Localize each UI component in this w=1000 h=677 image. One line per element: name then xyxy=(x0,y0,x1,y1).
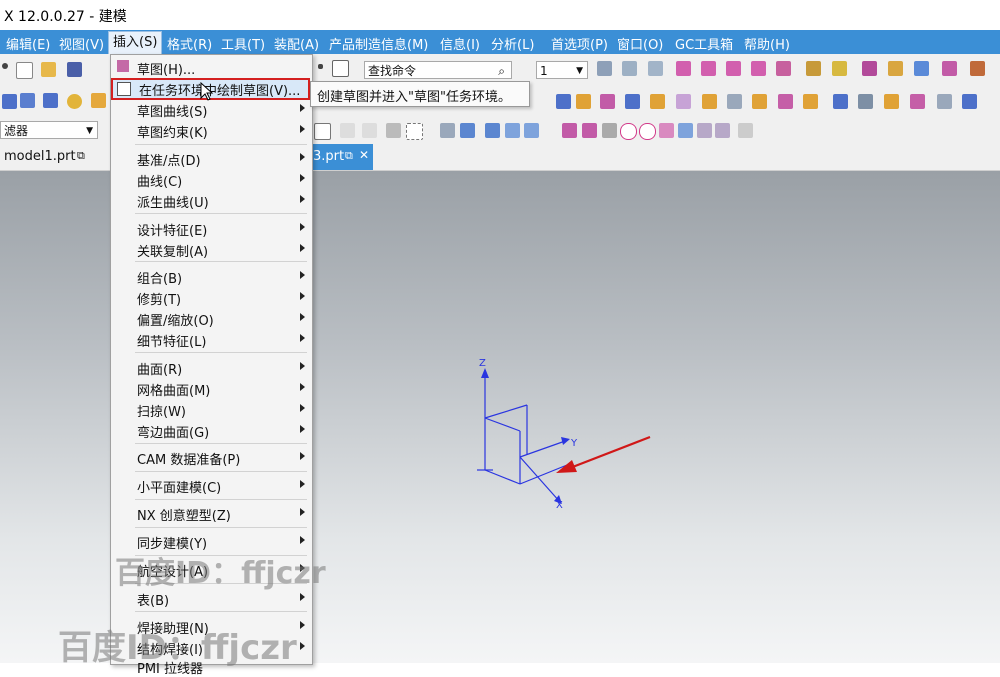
tooltip-text: 创建草图并进入"草图"任务环境。 xyxy=(317,90,511,105)
submenu-arrow-icon xyxy=(300,292,305,300)
menu-item-sketch-constraint[interactable]: 草图约束(K) xyxy=(111,120,310,141)
submenu-arrow-icon xyxy=(300,153,305,161)
triad-box-line xyxy=(484,404,528,419)
triad-box-line xyxy=(519,464,568,485)
tooltip: 创建草图并进入"草图"任务环境。 xyxy=(310,81,530,107)
menu-separator xyxy=(135,527,307,528)
submenu-arrow-icon xyxy=(300,174,305,182)
submenu-arrow-icon xyxy=(300,593,305,601)
menu-item-nx-realize-shape[interactable]: NX 创意塑型(Z) xyxy=(111,503,310,524)
submenu-arrow-icon xyxy=(300,223,305,231)
menu-separator xyxy=(135,261,307,262)
submenu-arrow-icon xyxy=(300,536,305,544)
annotation-arrow-shaft xyxy=(569,435,651,470)
menu-item-mesh-surface[interactable]: 网格曲面(M) xyxy=(111,378,310,399)
menu-item-combine[interactable]: 组合(B) xyxy=(111,266,310,287)
submenu-arrow-icon xyxy=(300,125,305,133)
menu-item-derived-curve[interactable]: 派生曲线(U) xyxy=(111,190,310,211)
submenu-arrow-icon xyxy=(300,404,305,412)
watermark: 百度ID：ffjczr xyxy=(115,556,326,591)
submenu-arrow-icon xyxy=(300,621,305,629)
menu-item-curve[interactable]: 曲线(C) xyxy=(111,169,310,190)
menu-separator xyxy=(135,499,307,500)
x-axis xyxy=(519,456,561,503)
menu-separator xyxy=(135,443,307,444)
menu-separator xyxy=(135,213,307,214)
triad-box-line xyxy=(484,469,521,485)
menu-item-cam-data-prep[interactable]: CAM 数据准备(P) xyxy=(111,447,310,468)
sketch-icon xyxy=(117,60,129,72)
x-axis-label: X xyxy=(556,500,563,511)
submenu-arrow-icon xyxy=(300,195,305,203)
submenu-arrow-icon xyxy=(300,425,305,433)
submenu-arrow-icon xyxy=(300,334,305,342)
menu-item-design-feature[interactable]: 设计特征(E) xyxy=(111,218,310,239)
annotation-arrowhead xyxy=(556,460,577,473)
menu-item-sketch-curve[interactable]: 草图曲线(S) xyxy=(111,99,310,120)
submenu-arrow-icon xyxy=(300,313,305,321)
menu-item-associative-copy[interactable]: 关联复制(A) xyxy=(111,239,310,260)
submenu-arrow-icon xyxy=(300,642,305,650)
menu-separator xyxy=(135,471,307,472)
submenu-arrow-icon xyxy=(300,383,305,391)
menu-separator xyxy=(135,352,307,353)
y-axis-label: Y xyxy=(570,438,578,449)
z-arrowhead xyxy=(481,368,489,378)
sketch-task-icon xyxy=(117,82,131,96)
submenu-arrow-icon xyxy=(300,480,305,488)
submenu-arrow-icon xyxy=(300,271,305,279)
menu-item-sketch[interactable]: 草图(H)... xyxy=(111,57,310,78)
triad-box-line xyxy=(484,417,521,432)
menu-item-offset-scale[interactable]: 偏置/缩放(O) xyxy=(111,308,310,329)
submenu-arrow-icon xyxy=(300,362,305,370)
menu-item-trim[interactable]: 修剪(T) xyxy=(111,287,310,308)
wcs-triad xyxy=(477,370,569,503)
menu-separator xyxy=(135,144,307,145)
menu-item-sweep[interactable]: 扫掠(W) xyxy=(111,399,310,420)
menu-item-detail-feature[interactable]: 细节特征(L) xyxy=(111,329,310,350)
submenu-arrow-icon xyxy=(300,452,305,460)
menu-item-facet-modeling[interactable]: 小平面建模(C) xyxy=(111,475,310,496)
submenu-arrow-icon xyxy=(300,104,305,112)
mouse-cursor-icon xyxy=(200,82,214,101)
menu-item-datum-point[interactable]: 基准/点(D) xyxy=(111,148,310,169)
submenu-arrow-icon xyxy=(300,244,305,252)
watermark: 百度ID：ffjczr xyxy=(58,628,297,668)
y-arrowhead xyxy=(561,437,570,445)
submenu-arrow-icon xyxy=(300,508,305,516)
z-axis-label: Z xyxy=(479,358,486,369)
menu-item-surface[interactable]: 曲面(R) xyxy=(111,357,310,378)
menu-separator xyxy=(135,611,307,612)
menu-item-flange-surface[interactable]: 弯边曲面(G) xyxy=(111,420,310,441)
